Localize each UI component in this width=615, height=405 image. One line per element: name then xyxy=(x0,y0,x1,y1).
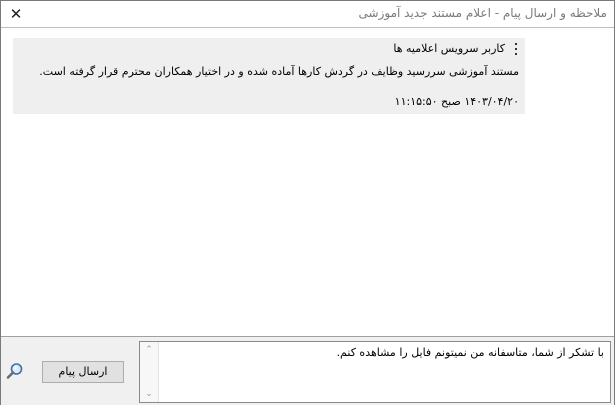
title-bar: ✕ ملاحظه و ارسال پیام - اعلام مستند جدید… xyxy=(1,1,614,28)
message-dialog: ✕ ملاحظه و ارسال پیام - اعلام مستند جدید… xyxy=(0,0,615,405)
magnifier-icon[interactable] xyxy=(6,362,24,380)
scroll-up-icon[interactable]: ⌃ xyxy=(140,343,158,357)
kebab-menu-icon[interactable] xyxy=(511,43,517,57)
message-timestamp: ۱۴۰۳/۰۴/۲۰ صبح ۱۱:۱۵:۵۰ xyxy=(394,95,519,108)
input-scrollbar[interactable]: ⌃ ⌄ xyxy=(140,342,159,402)
window-title: ملاحظه و ارسال پیام - اعلام مستند جدید آ… xyxy=(358,6,607,20)
compose-panel: ⌃ ⌄ با تشکر از شما، متاسفانه من نمیتونم … xyxy=(1,336,614,405)
conversation-area: کاربر سرویس اعلامیه ها مستند آموزشی سررس… xyxy=(1,28,614,335)
message-sender: کاربر سرویس اعلامیه ها xyxy=(393,42,505,55)
message-body: مستند آموزشی سررسید وظایف در گردش کارها … xyxy=(39,65,519,78)
message-bubble: کاربر سرویس اعلامیه ها مستند آموزشی سررس… xyxy=(13,38,525,114)
message-input-text: با تشکر از شما، متاسفانه من نمیتونم فایل… xyxy=(336,346,604,359)
message-input[interactable]: ⌃ ⌄ با تشکر از شما، متاسفانه من نمیتونم … xyxy=(139,341,611,403)
send-message-button[interactable]: ارسال پیام xyxy=(42,361,124,383)
scroll-down-icon[interactable]: ⌄ xyxy=(140,387,158,401)
close-icon[interactable]: ✕ xyxy=(1,1,31,27)
